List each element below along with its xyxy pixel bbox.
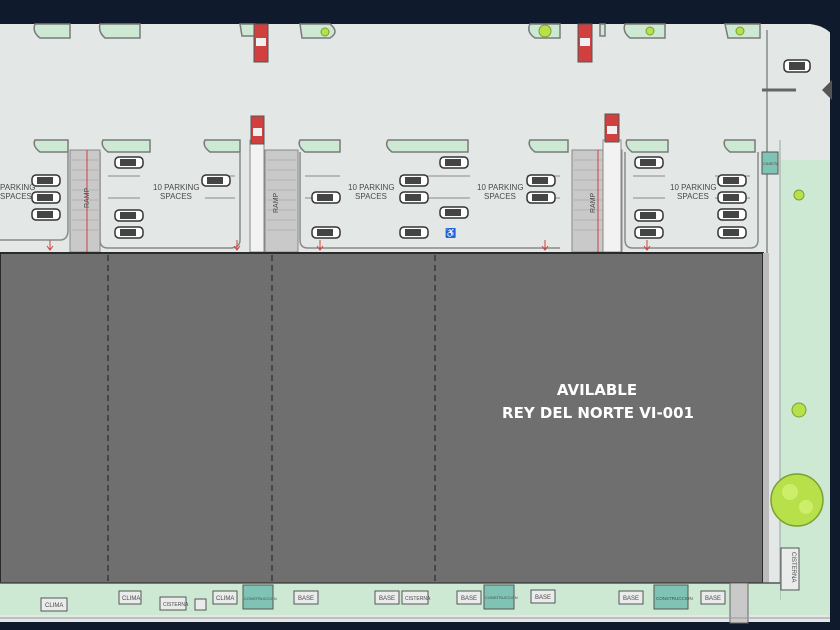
svg-text:CISTERNA: CISTERNA bbox=[790, 552, 796, 582]
svg-text:10 PARKING: 10 PARKING bbox=[153, 183, 200, 192]
svg-text:10 PARKING: 10 PARKING bbox=[477, 183, 524, 192]
svg-text:CLIMA: CLIMA bbox=[45, 603, 63, 609]
svg-text:BASE: BASE bbox=[623, 596, 639, 602]
svg-text:BASE: BASE bbox=[298, 596, 314, 602]
svg-text:BASE: BASE bbox=[705, 596, 721, 602]
svg-text:RAMP: RAMP bbox=[273, 192, 280, 213]
svg-text:CONSTRUCCION: CONSTRUCCION bbox=[244, 596, 277, 601]
large-tree bbox=[770, 473, 824, 527]
parking-islands bbox=[33, 139, 756, 153]
car-top-right bbox=[783, 59, 811, 73]
svg-text:10 PARKING: 10 PARKING bbox=[670, 183, 717, 192]
svg-text:BASE: BASE bbox=[535, 595, 551, 601]
svg-text:10 PARKING: 10 PARKING bbox=[348, 183, 395, 192]
truck-top-2 bbox=[577, 23, 593, 63]
svg-text:CLIMA: CLIMA bbox=[216, 596, 234, 602]
site-plan: RAMP RAMP RAMP ♿ PARKING SPACES 10 PARKI… bbox=[0, 0, 840, 630]
svg-text:SPACES: SPACES bbox=[355, 192, 387, 201]
truck-top-1 bbox=[253, 23, 269, 63]
svg-text:RAMP: RAMP bbox=[84, 187, 91, 208]
svg-text:BASE: BASE bbox=[461, 596, 477, 602]
svg-text:CONSTRUCCION: CONSTRUCCION bbox=[485, 595, 518, 600]
svg-text:CLIMA: CLIMA bbox=[122, 596, 140, 602]
building-status: AVILABLE bbox=[557, 381, 637, 399]
svg-text:BASE: BASE bbox=[379, 596, 395, 602]
svg-text:SPACES: SPACES bbox=[677, 192, 709, 201]
svg-text:SPACES: SPACES bbox=[160, 192, 192, 201]
right-green-area bbox=[780, 160, 830, 615]
building-name: REY DEL NORTE VI-001 bbox=[502, 404, 694, 422]
svg-text:SPACES: SPACES bbox=[0, 192, 32, 201]
svg-text:RAMP: RAMP bbox=[590, 192, 597, 213]
svg-text:SPACES: SPACES bbox=[484, 192, 516, 201]
accessible-parking-icon: ♿ bbox=[445, 227, 456, 238]
svg-text:PARKING: PARKING bbox=[0, 183, 35, 192]
svg-text:CISTERNA: CISTERNA bbox=[405, 596, 431, 602]
svg-text:CONSTRUCCION: CONSTRUCCION bbox=[656, 596, 693, 601]
svg-text:CISTERNA: CISTERNA bbox=[163, 602, 189, 608]
svg-text:CASETA: CASETA bbox=[763, 161, 779, 166]
